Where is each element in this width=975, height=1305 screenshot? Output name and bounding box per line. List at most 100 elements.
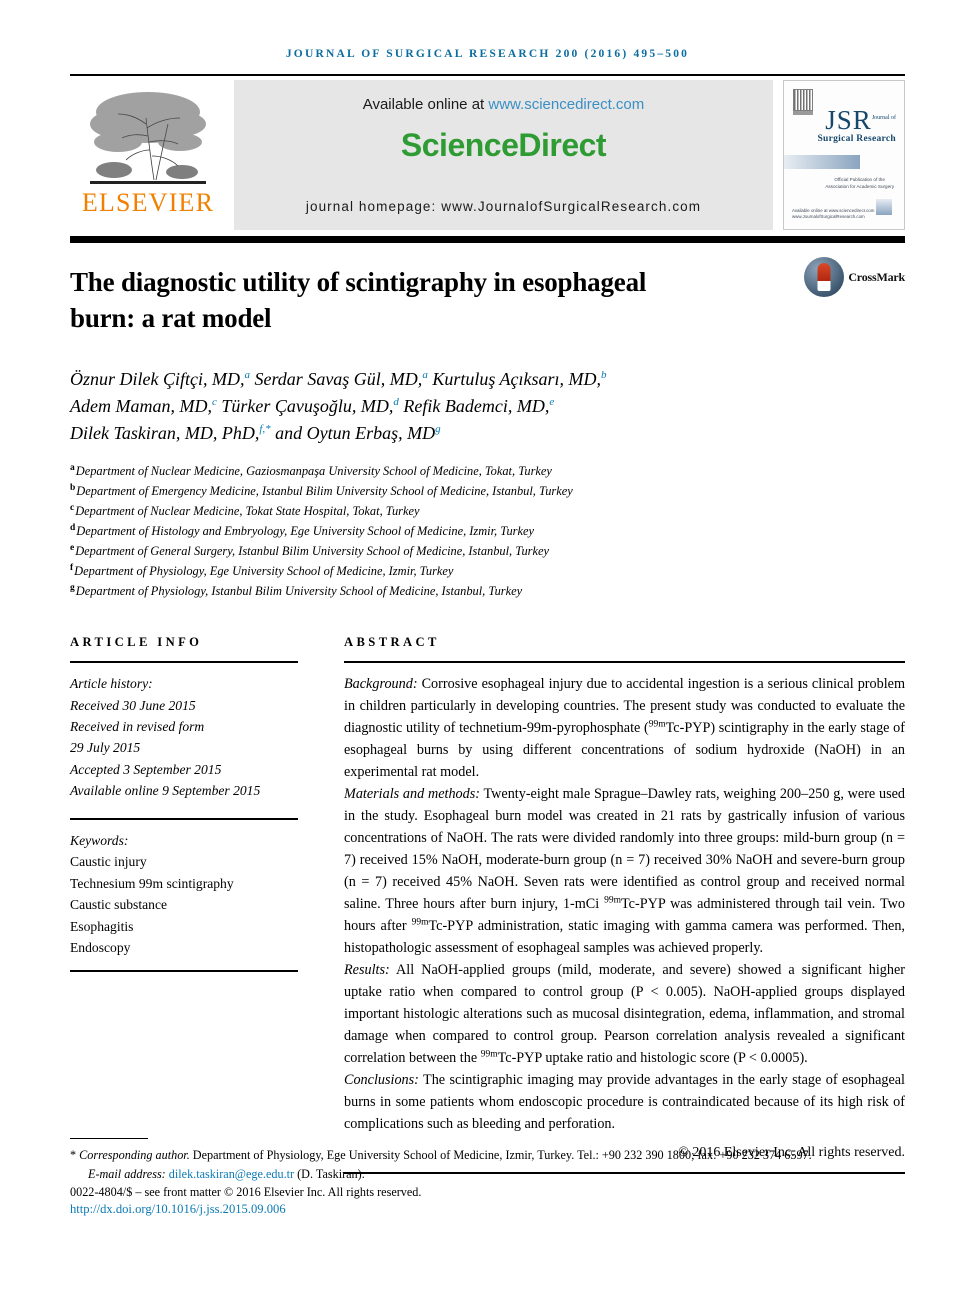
footnote-divider — [70, 1138, 148, 1139]
affiliation-text: Department of Emergency Medicine, Istanb… — [76, 484, 573, 499]
affiliation-text: Department of Nuclear Medicine, Tokat St… — [75, 504, 420, 519]
isotope-superscript: 99m — [480, 1049, 498, 1060]
author-name: Refik Bademci, MD, — [398, 396, 550, 417]
author-affiliation-marker: e — [549, 396, 555, 409]
masthead-bottom-bar — [70, 236, 905, 243]
abstract-section-text: All NaOH-applied groups (mild, moderate,… — [344, 962, 905, 1067]
masthead: ELSEVIER Available online at www.science… — [70, 80, 905, 230]
email-link[interactable]: dilek.taskiran@ege.edu.tr — [169, 1167, 294, 1181]
cover-mark-caption — [793, 111, 813, 115]
author-name: Dilek Taskiran, MD, PhD, — [70, 423, 260, 444]
doi-link[interactable]: http://dx.doi.org/10.1016/j.jss.2015.09.… — [70, 1202, 905, 1217]
corresponding-author-mark: * — [70, 1148, 77, 1162]
affiliation-marker: b — [70, 483, 76, 494]
abstract-section: Conclusions: The scintigraphic imaging m… — [344, 1069, 905, 1135]
affiliation-item: bDepartment of Emergency Medicine, Istan… — [70, 481, 905, 501]
keyword-item[interactable]: Technesium 99m scintigraphy — [70, 873, 298, 894]
author-affiliation-marker: b — [600, 369, 607, 382]
corresponding-author-note: * Corresponding author. Department of Ph… — [70, 1146, 905, 1165]
affiliation-text: Department of Physiology, Istanbul Bilim… — [75, 584, 523, 599]
abstract-section-label: Background: — [344, 676, 418, 693]
affiliation-marker: a — [70, 463, 75, 474]
cover-jsr-title: JSRJournal of — [825, 107, 896, 134]
isotope-superscript: 99m — [411, 917, 429, 928]
cover-association-note: Official Publication of the Association … — [825, 177, 894, 191]
author-line: Adem Maman, MD,c Türker Çavuşoğlu, MD,d … — [70, 393, 870, 420]
keyword-item[interactable]: Caustic substance — [70, 894, 298, 915]
author-name: and Oytun Erbaş, MD — [270, 423, 436, 444]
journal-homepage-line[interactable]: journal homepage: www.JournalofSurgicalR… — [234, 199, 773, 214]
elsevier-logo: ELSEVIER — [70, 80, 226, 230]
sciencedirect-url-link[interactable]: www.sciencedirect.com — [488, 96, 644, 113]
keyword-item[interactable]: Caustic injury — [70, 851, 298, 872]
sciencedirect-wordmark[interactable]: ScienceDirect — [400, 127, 607, 164]
affiliation-item: cDepartment of Nuclear Medicine, Tokat S… — [70, 501, 905, 521]
author-line: Dilek Taskiran, MD, PhD,f,* and Oytun Er… — [70, 420, 870, 447]
abstract-section: Materials and methods: Twenty-eight male… — [344, 783, 905, 959]
article-info-column: ARTICLE INFO Article history: Received 3… — [70, 635, 298, 1174]
article-info-heading-rule — [70, 661, 298, 664]
issn-front-matter-line: 0022-4804/$ – see front matter © 2016 El… — [70, 1185, 422, 1200]
affiliation-item: eDepartment of General Surgery, Istanbul… — [70, 541, 905, 561]
keywords-rule — [70, 817, 298, 820]
article-history-label: Article history: — [70, 676, 153, 692]
affiliation-item: fDepartment of Physiology, Ege Universit… — [70, 561, 905, 581]
author-line: Öznur Dilek Çiftçi, MD,a Serdar Savaş Gü… — [70, 366, 870, 393]
cover-jsr-superscript: Journal of — [871, 115, 896, 121]
article-history-list: Received 30 June 2015 Received in revised… — [70, 695, 298, 802]
affiliation-item: gDepartment of Physiology, Istanbul Bili… — [70, 581, 905, 601]
footnote-zone: * Corresponding author. Department of Ph… — [70, 1138, 905, 1217]
abstract-body: Background: Corrosive esophageal injury … — [344, 673, 905, 1135]
affiliation-marker: g — [70, 583, 75, 594]
article-info-heading: ARTICLE INFO — [70, 635, 203, 650]
cover-url-note: Available online at www.sciencedirect.co… — [792, 208, 874, 221]
crossmark-badge[interactable]: CrossMark — [804, 257, 905, 297]
journal-cover-thumbnail[interactable]: JSRJournal of Surgical Research Official… — [783, 80, 905, 230]
keyword-item[interactable]: Endoscopy — [70, 937, 298, 958]
abstract-section-label: Conclusions: — [344, 1072, 419, 1089]
sciencedirect-panel: Available online at www.sciencedirect.co… — [234, 80, 773, 230]
author-name: Kurtuluş Açıksarı, MD, — [427, 369, 601, 390]
article-history-item: Received 30 June 2015 — [70, 697, 196, 713]
email-suffix: (D. Taskiran). — [294, 1166, 365, 1181]
affiliation-item: aDepartment of Nuclear Medicine, Gaziosm… — [70, 461, 905, 481]
cover-gradient-bar-left — [784, 155, 860, 169]
affiliation-marker: d — [70, 523, 76, 534]
article-first-page: JOURNAL OF SURGICAL RESEARCH 200 (2016) … — [0, 0, 975, 1305]
cover-assoc-line-2: Association for Academic Surgery — [825, 184, 894, 190]
affiliation-marker: c — [70, 503, 75, 514]
elsevier-tree-icon — [84, 84, 212, 189]
abstract-column: ABSTRACT Background: Corrosive esophagea… — [344, 635, 905, 1175]
sciencedirect-logo-text: ScienceDirect — [400, 127, 607, 163]
cover-url-line-1: Available online at www.sciencedirect.co… — [792, 207, 875, 213]
abstract-section-text: Twenty-eight male Sprague–Dawley rats, w… — [344, 786, 905, 957]
abstract-heading-rule — [344, 661, 905, 664]
available-online-text: Available online at — [362, 96, 489, 113]
author-name: Öznur Dilek Çiftçi, MD, — [70, 369, 245, 390]
keyword-item[interactable]: Esophagitis — [70, 916, 298, 937]
cover-url-line-2: www.JournalofSurgicalResearch.com — [792, 214, 865, 220]
affiliation-text: Department of General Surgery, Istanbul … — [75, 544, 549, 559]
page-title: The diagnostic utility of scintigraphy i… — [70, 267, 647, 333]
author-list: Öznur Dilek Çiftçi, MD,a Serdar Savaş Gü… — [70, 366, 870, 447]
author-name: Serdar Savaş Gül, MD, — [249, 369, 423, 390]
abstract-section: Background: Corrosive esophageal injury … — [344, 673, 905, 783]
affiliation-text: Department of Physiology, Ege University… — [74, 564, 454, 579]
affiliation-marker: f — [70, 563, 74, 574]
article-history-item: Available online 9 September 2015 — [70, 783, 261, 799]
affiliation-text: Department of Nuclear Medicine, Gaziosma… — [75, 464, 552, 479]
author-name: Türker Çavuşoğlu, MD, — [216, 396, 394, 417]
abstract-section-text: Corrosive esophageal injury due to accid… — [344, 676, 905, 781]
crossmark-label: CrossMark — [848, 269, 905, 284]
author-affiliation-marker: g — [435, 423, 441, 436]
abstract-section: Results: All NaOH-applied groups (mild, … — [344, 959, 905, 1069]
cover-assoc-line-1: Official Publication of the — [834, 177, 885, 183]
abstract-section-label: Results: — [344, 962, 390, 979]
title-block: The diagnostic utility of scintigraphy i… — [70, 243, 905, 336]
crossmark-logo-icon — [804, 257, 845, 297]
article-history-item: 29 July 2015 — [70, 740, 141, 756]
email-note: E-mail address: dilek.taskiran@ege.edu.t… — [70, 1165, 905, 1184]
elsevier-wordmark: ELSEVIER — [81, 188, 215, 217]
abstract-section-label: Materials and methods: — [344, 786, 480, 803]
cover-jsr-text: JSR — [825, 105, 872, 135]
